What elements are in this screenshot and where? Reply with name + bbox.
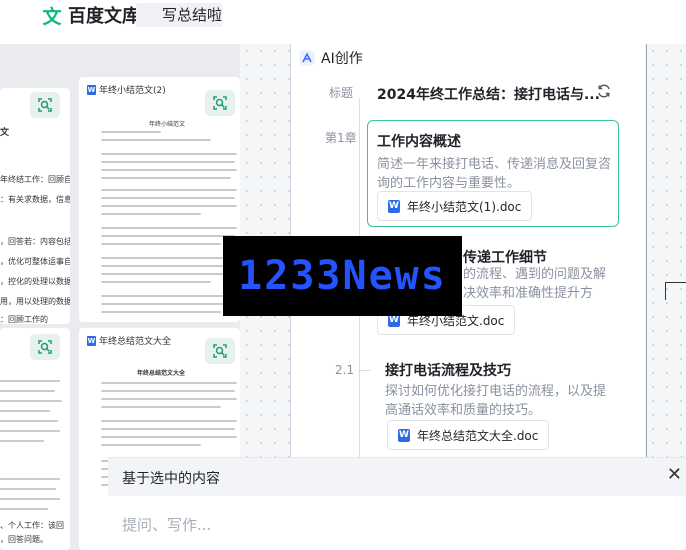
zoom-icon[interactable] (205, 90, 235, 116)
word-icon: W (87, 84, 96, 95)
zoom-icon[interactable] (30, 92, 60, 118)
title-label: 标题 (329, 86, 354, 100)
doc-heading: 年终小结范文 (149, 121, 186, 128)
section-desc: 简述一年来接打电话、传递消息及回复咨询的工作内容与重要性。 (377, 157, 612, 191)
section-number: 2.1 (335, 363, 355, 377)
section-desc: 探讨如何优化接打电话的流程，以及提高通话效率和质量的技巧。 (385, 384, 607, 418)
source-file-chip[interactable]: W 年终小结范文(1).doc (377, 191, 533, 221)
brand-name: 百度文库 (68, 6, 140, 27)
ask-input[interactable] (122, 516, 642, 534)
doc-text: ，回答若：内容包括 (0, 237, 70, 246)
watermark-overlay: 1233News (223, 236, 462, 316)
zoom-icon[interactable] (30, 334, 60, 360)
ask-input-box: 基于选中的内容 ✕ (108, 457, 686, 550)
ai-icon (299, 50, 315, 66)
doc-card-title: 年终总结范文大全 (99, 337, 172, 347)
doc-text: ，控化的处理以数据 (0, 277, 70, 286)
zoom-icon[interactable] (205, 338, 235, 364)
tab-write-summary[interactable]: 写总结啦 (136, 3, 222, 27)
doc-card[interactable]: W 年终小结范文(2) 年终小结范文 (79, 77, 240, 322)
word-icon: W (398, 428, 410, 442)
refresh-icon[interactable] (597, 84, 611, 98)
top-header: 文 百度文库 写总结啦 (0, 0, 686, 44)
doc-text: 年终结工作：回顾自己 (0, 175, 70, 184)
section-card-selected[interactable]: 工作内容概述 简述一年来接打电话、传递消息及回复咨询的工作内容与重要性。 W 年… (367, 120, 619, 227)
doc-card[interactable]: 文 年终结工作：回顾自己 ：有关求数据，信息是 ，回答若：内容包括 ，优化可整体… (0, 88, 70, 324)
section-title[interactable]: 传递工作细节 (463, 247, 547, 267)
wenku-logo-icon: 文 (42, 5, 62, 28)
doc-card-title: 年终小结范文(2) (99, 86, 166, 96)
doc-heading: 年终总结范文大全 (137, 370, 186, 377)
chapter-label: 第1章 (325, 131, 357, 145)
doc-text: ：有关求数据，信息是 (0, 195, 70, 204)
doc-text: 文 (0, 128, 10, 138)
file-name: 年终小结范文(1).doc (407, 199, 522, 214)
article-heading[interactable]: 2024年终工作总结：接打电话与... (377, 84, 600, 104)
watermark-text: 1233News (238, 253, 447, 299)
source-file-chip[interactable]: W 年终总结范文大全.doc (387, 420, 550, 450)
brand[interactable]: 文 百度文库 (40, 3, 140, 28)
doc-text: ，优化可整体运事自己的 (0, 257, 70, 266)
word-icon: W (87, 335, 96, 346)
doc-card[interactable]: 、个人工作：该回 ，回答问题。 (0, 328, 70, 550)
section-title: 工作内容概述 (377, 134, 461, 150)
doc-text: ：回顾工作的 (0, 315, 48, 324)
doc-text: ，回答问题。 (0, 535, 48, 544)
connector-line (665, 282, 686, 300)
file-name: 年终总结范文大全.doc (417, 428, 539, 443)
close-icon[interactable]: ✕ (667, 464, 682, 485)
doc-text: 用，用以处理的数据： (0, 297, 70, 306)
panel-title: AI创作 (321, 51, 363, 67)
input-context-label: 基于选中的内容 (122, 471, 220, 487)
section-title[interactable]: 接打电话流程及技巧 (385, 360, 511, 380)
tree-connector (359, 370, 371, 371)
doc-text: 、个人工作：该回 (0, 521, 64, 530)
word-icon: W (388, 199, 400, 213)
